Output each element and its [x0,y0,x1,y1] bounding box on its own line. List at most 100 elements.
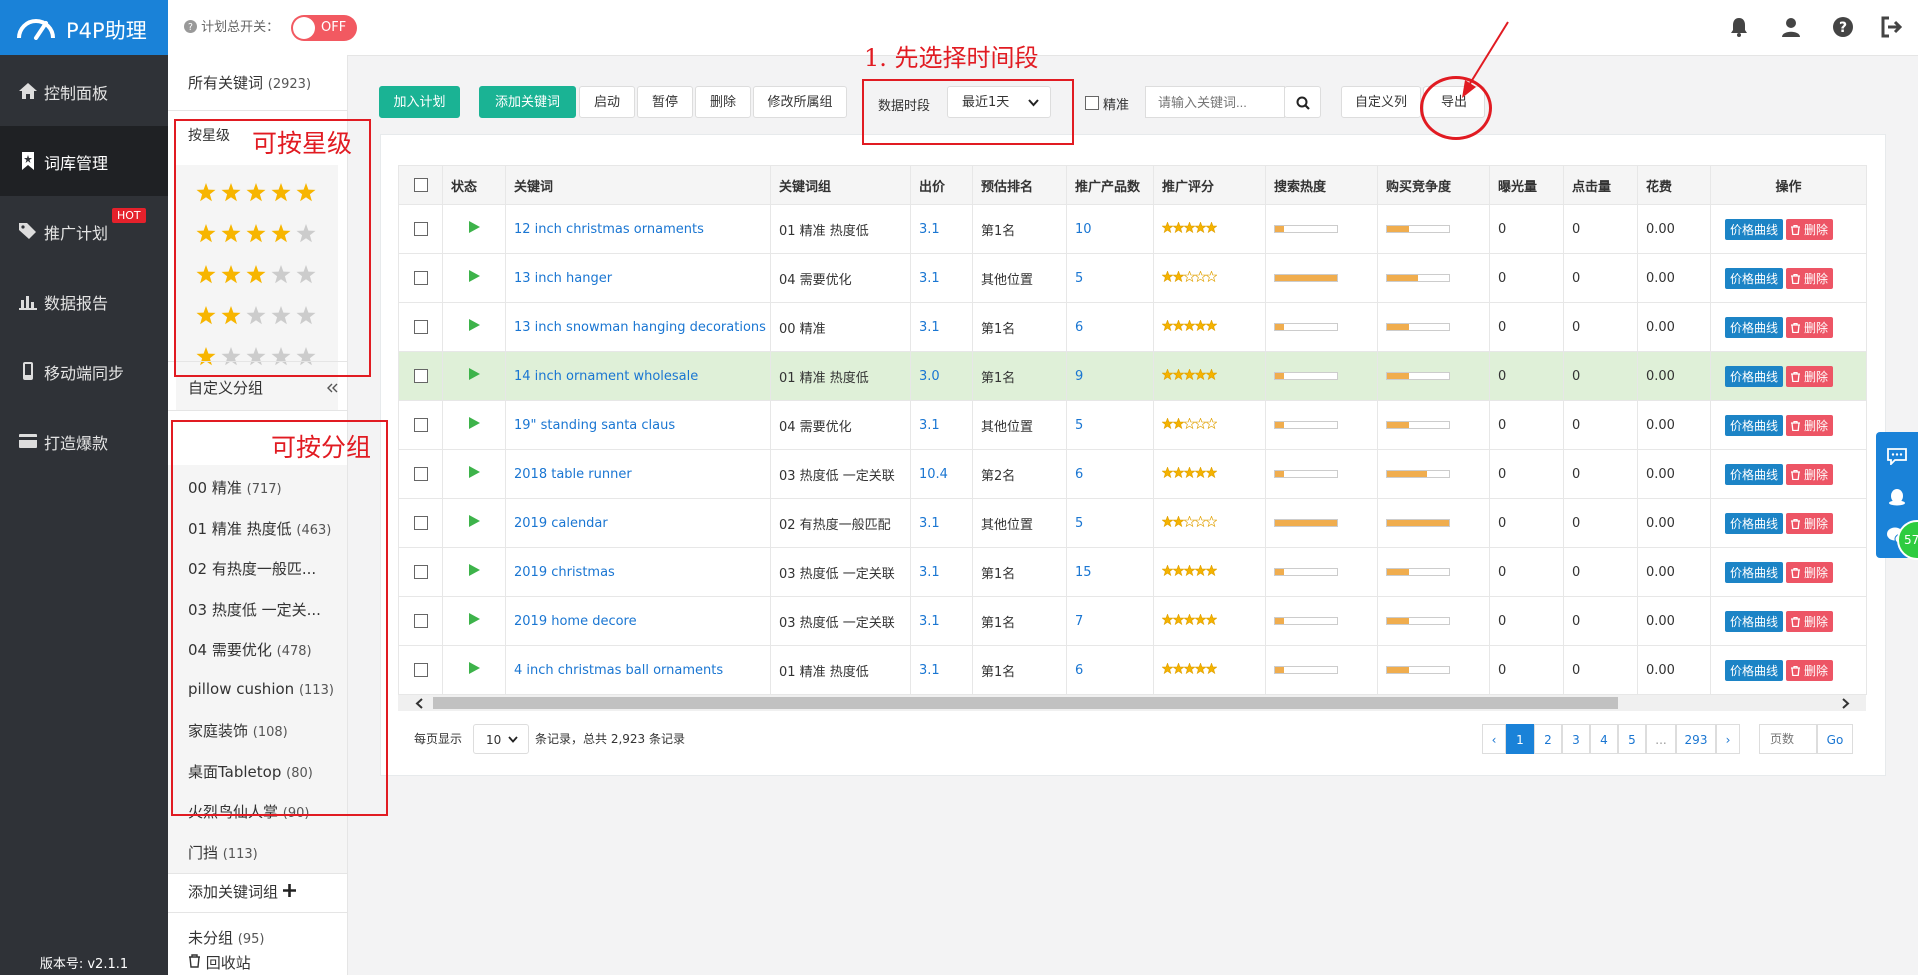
nav-item-data-report[interactable]: 数据报告 [0,266,168,336]
page-button[interactable]: 3 [1562,724,1590,754]
logout-icon[interactable] [1880,16,1902,38]
table-row[interactable]: 2019 calendar 02 有热度一般匹配 3.1 其他位置 5 0 0 0.00 价格曲… [398,498,1867,548]
online-count-badge[interactable]: 57 [1897,520,1918,560]
scroll-right-icon[interactable] [1840,698,1850,709]
ungrouped-item[interactable]: 未分组 (95) [188,927,264,948]
custom-columns-button[interactable]: 自定义列 [1341,86,1421,118]
play-icon[interactable] [468,368,480,380]
price-curve-button[interactable]: 价格曲线 [1725,561,1784,583]
price-curve-button[interactable]: 价格曲线 [1725,463,1784,485]
products-link[interactable]: 6 [1075,663,1083,678]
next-page-button[interactable]: › [1716,724,1740,754]
exact-checkbox[interactable] [1085,96,1099,110]
bell-icon[interactable] [1728,16,1750,38]
table-row[interactable]: 13 inch snowman hanging decorations 00 精准… [398,302,1867,352]
row-checkbox[interactable] [413,222,428,236]
pause-button[interactable]: 暂停 [637,86,693,118]
page-number-input[interactable] [1759,724,1817,754]
bid-link[interactable]: 3.1 [919,663,940,678]
row-delete-button[interactable]: 删除 [1786,414,1834,436]
group-item[interactable]: 门挡 (113) [188,842,258,863]
table-row[interactable]: 14 inch ornament wholesale 01 精准 热度低 3.0 第1… [398,351,1867,401]
select-all-checkbox[interactable] [413,178,428,192]
table-row[interactable]: 12 inch christmas ornaments 01 精准 热度低 3.1 第… [398,204,1867,254]
price-curve-button[interactable]: 价格曲线 [1725,316,1784,338]
page-button[interactable]: 293 [1676,724,1716,754]
row-delete-button[interactable]: 删除 [1786,659,1834,681]
row-checkbox[interactable] [413,320,428,334]
play-icon[interactable] [468,515,480,527]
play-icon[interactable] [468,319,480,331]
play-icon[interactable] [468,564,480,576]
row-delete-button[interactable]: 删除 [1786,463,1834,485]
column-header[interactable]: 状态 [442,165,506,205]
products-link[interactable]: 10 [1075,222,1092,237]
row-delete-button[interactable]: 删除 [1786,365,1834,387]
play-icon[interactable] [468,613,480,625]
play-icon[interactable] [468,466,480,478]
bid-link[interactable]: 3.0 [919,369,940,384]
page-button[interactable]: 1 [1506,724,1534,754]
row-checkbox[interactable] [413,516,428,530]
price-curve-button[interactable]: 价格曲线 [1725,659,1784,681]
products-link[interactable]: 6 [1075,467,1083,482]
price-curve-button[interactable]: 价格曲线 [1725,267,1784,289]
add-to-plan-button[interactable]: 加入计划 [379,86,460,118]
column-header[interactable]: 关键词 [505,165,771,205]
prev-page-button[interactable]: ‹ [1482,724,1506,754]
keyword-link[interactable]: 19" standing santa claus [514,418,675,433]
price-curve-button[interactable]: 价格曲线 [1725,512,1784,534]
qq-icon[interactable] [1888,488,1906,506]
nav-item-dashboard[interactable]: 控制面板 [0,56,168,126]
keyword-link[interactable]: 4 inch christmas ball ornaments [514,663,723,678]
column-header[interactable]: 推广评分 [1153,165,1266,205]
bid-link[interactable]: 3.1 [919,418,940,433]
nav-item-hot-product[interactable]: 打造爆款 [0,406,168,476]
nav-item-keyword-library[interactable]: 词库管理 [0,126,168,196]
bid-link[interactable]: 3.1 [919,271,940,286]
search-button[interactable] [1284,86,1321,118]
play-icon[interactable] [468,417,480,429]
keyword-link[interactable]: 2018 table runner [514,467,632,482]
play-icon[interactable] [468,270,480,282]
table-row[interactable]: 19" standing santa claus 04 需要优化 3.1 其他位置 5 0… [398,400,1867,450]
bid-link[interactable]: 10.4 [919,467,948,482]
table-row[interactable]: 2019 christmas 03 热度低 一定关联 3.1 第1名 15 0 0 0.00 价… [398,547,1867,597]
row-delete-button[interactable]: 删除 [1786,610,1834,632]
row-delete-button[interactable]: 删除 [1786,316,1834,338]
go-button[interactable]: Go [1817,724,1853,754]
app-logo[interactable]: P4P助理 [0,0,168,55]
row-checkbox[interactable] [413,663,428,677]
row-delete-button[interactable]: 删除 [1786,512,1834,534]
products-link[interactable]: 7 [1075,614,1083,629]
column-header[interactable]: 关键词组 [770,165,911,205]
row-delete-button[interactable]: 删除 [1786,561,1834,583]
nav-item-mobile-sync[interactable]: 移动端同步 [0,336,168,406]
keyword-link[interactable]: 2019 home decore [514,614,637,629]
products-link[interactable]: 15 [1075,565,1092,580]
delete-button[interactable]: 删除 [695,86,751,118]
column-header[interactable]: 曝光量 [1489,165,1564,205]
row-delete-button[interactable]: 删除 [1786,218,1834,240]
user-icon[interactable] [1780,16,1802,38]
table-row[interactable]: 2019 home decore 03 热度低 一定关联 3.1 第1名 7 0 0 0.00… [398,596,1867,646]
keyword-search-input[interactable] [1145,86,1285,118]
keyword-link[interactable]: 2019 christmas [514,565,615,580]
collapse-icon[interactable] [326,383,338,393]
per-page-select[interactable]: 10 [473,724,529,754]
column-header[interactable]: 搜索热度 [1265,165,1378,205]
row-checkbox[interactable] [413,614,428,628]
keyword-link[interactable]: 12 inch christmas ornaments [514,222,704,237]
row-checkbox[interactable] [413,369,428,383]
start-button[interactable]: 启动 [579,86,635,118]
row-checkbox[interactable] [413,271,428,285]
products-link[interactable]: 9 [1075,369,1083,384]
price-curve-button[interactable]: 价格曲线 [1725,414,1784,436]
price-curve-button[interactable]: 价格曲线 [1725,365,1784,387]
bid-link[interactable]: 3.1 [919,222,940,237]
change-group-button[interactable]: 修改所属组 [753,86,847,118]
add-keyword-button[interactable]: 添加关键词 [479,86,576,118]
column-header[interactable]: 出价 [910,165,973,205]
add-group-button[interactable]: 添加关键词组 [188,881,296,902]
play-icon[interactable] [468,221,480,233]
